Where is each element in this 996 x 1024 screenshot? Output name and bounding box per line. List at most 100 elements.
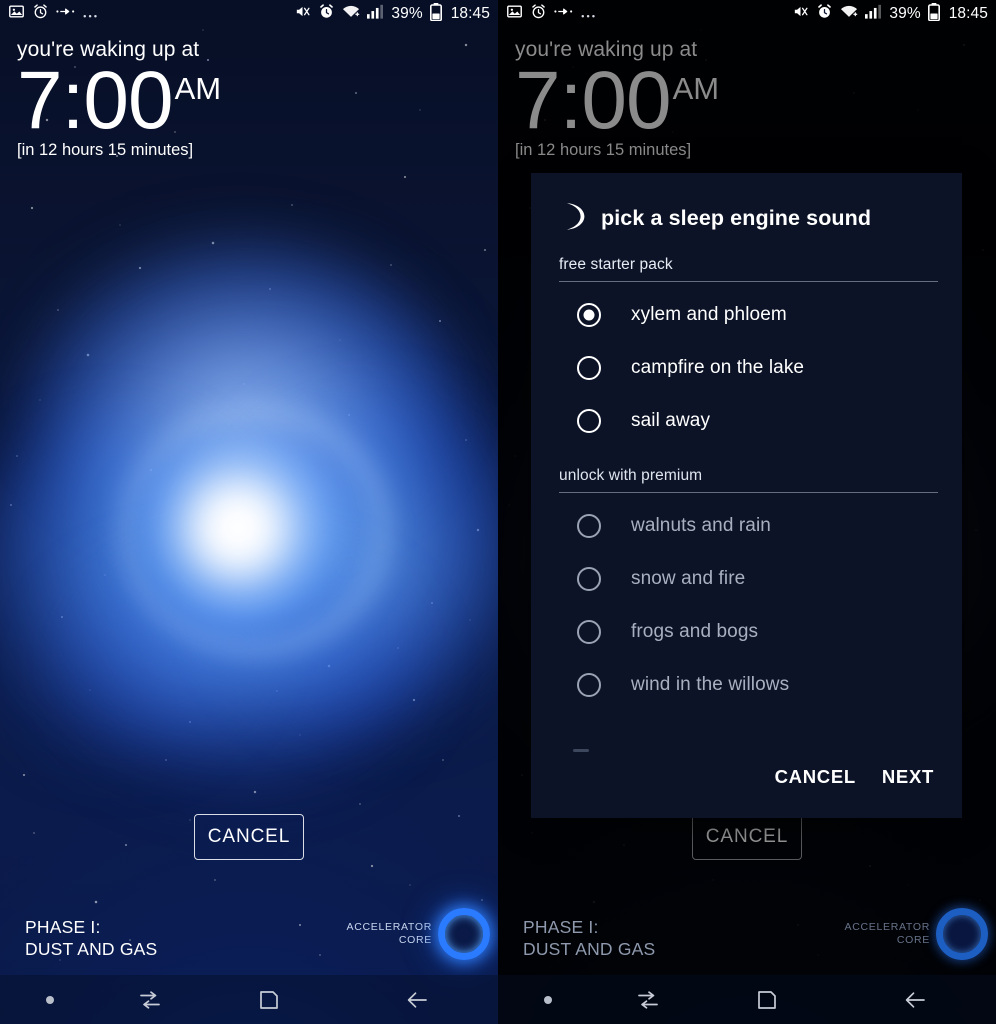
phone-screen-left: 39% 18:45 you're waking up at 7:00 AM [i… bbox=[0, 0, 498, 1024]
mute-vibrate-icon bbox=[294, 3, 311, 25]
status-bar: 39% 18:45 bbox=[0, 0, 498, 28]
alarm-clock-icon bbox=[816, 3, 833, 25]
section-free-starter-pack: free starter pack xylem and phloem campf… bbox=[559, 252, 938, 447]
android-navigation-bar bbox=[0, 975, 498, 1024]
status-dot-icon bbox=[544, 995, 552, 1004]
dialog-header: pick a sleep engine sound bbox=[531, 173, 962, 252]
wakeup-countdown: [in 12 hours 15 minutes] bbox=[17, 141, 194, 159]
nav-back-button[interactable] bbox=[338, 987, 498, 1013]
accelerator-core-ring-icon bbox=[936, 908, 988, 960]
sound-option-row[interactable]: frogs and bogs bbox=[559, 605, 938, 658]
sound-option-row[interactable]: sail away bbox=[559, 394, 938, 447]
screen-cancel-button: CANCEL bbox=[692, 814, 802, 860]
dialog-actions: CANCEL NEXT bbox=[531, 756, 962, 818]
accelerator-core-label: ACCELERATOR CORE bbox=[845, 921, 931, 947]
back-icon bbox=[407, 991, 427, 1008]
wakeup-ampm: AM bbox=[174, 71, 222, 106]
sound-option-row[interactable]: campfire on the lake bbox=[559, 341, 938, 394]
phase-label: PHASE I: DUST AND GAS bbox=[523, 916, 655, 960]
accelerator-line-2: CORE bbox=[896, 934, 930, 946]
alarm-clock-icon bbox=[32, 3, 49, 25]
status-bar-left-icons bbox=[8, 3, 99, 25]
nav-recents-button[interactable] bbox=[100, 987, 200, 1013]
back-icon bbox=[905, 991, 925, 1008]
phase-line-2: DUST AND GAS bbox=[523, 939, 656, 959]
radio-button-icon[interactable] bbox=[577, 408, 601, 433]
dialog-body[interactable]: free starter pack xylem and phloem campf… bbox=[531, 252, 962, 756]
dialog-next-button[interactable]: NEXT bbox=[882, 766, 934, 788]
more-icons-ellipsis bbox=[581, 5, 597, 23]
status-bar-right-icons: 39% 18:45 bbox=[792, 2, 988, 26]
sound-option-label: snow and fire bbox=[631, 567, 746, 589]
wifi-icon bbox=[840, 4, 858, 24]
accelerator-core-ring-icon[interactable] bbox=[438, 908, 490, 960]
sound-option-label: walnuts and rain bbox=[631, 514, 771, 536]
nav-recents-button[interactable] bbox=[598, 987, 698, 1013]
nav-home-button[interactable] bbox=[200, 987, 338, 1013]
radio-button-icon[interactable] bbox=[577, 355, 601, 380]
sound-option-label: sail away bbox=[631, 409, 711, 431]
more-icons-ellipsis bbox=[83, 5, 99, 23]
wakeup-time-row: 7:00 AM bbox=[515, 58, 719, 144]
radio-button-icon[interactable] bbox=[577, 672, 601, 697]
radio-button-icon[interactable] bbox=[577, 566, 601, 591]
screen-cancel-button[interactable]: CANCEL bbox=[194, 814, 304, 860]
sleep-engine-sound-dialog: pick a sleep engine sound free starter p… bbox=[531, 173, 962, 818]
alarm-clock-icon bbox=[530, 3, 547, 25]
sound-option-row[interactable]: wind in the willows bbox=[559, 658, 938, 711]
sound-option-row[interactable]: snow and fire bbox=[559, 552, 938, 605]
dialog-title: pick a sleep engine sound bbox=[601, 206, 872, 230]
home-icon bbox=[260, 990, 278, 1009]
sound-option-label: campfire on the lake bbox=[631, 356, 805, 378]
battery-percent-label: 39% bbox=[391, 5, 423, 22]
battery-icon bbox=[927, 2, 940, 26]
section-unlock-with-premium: unlock with premium walnuts and rain sno… bbox=[559, 463, 938, 711]
recents-icon bbox=[140, 990, 160, 1009]
image-icon bbox=[506, 3, 523, 25]
nav-home-button[interactable] bbox=[698, 987, 836, 1013]
wakeup-time-row[interactable]: 7:00 AM bbox=[17, 58, 221, 144]
list-scroll-indicator bbox=[573, 749, 589, 752]
sound-option-label: wind in the willows bbox=[631, 673, 790, 695]
data-transfer-icon bbox=[56, 5, 76, 23]
status-bar-left-icons bbox=[506, 3, 597, 25]
status-bar-right-icons: 39% 18:45 bbox=[294, 2, 490, 26]
android-navigation-bar bbox=[498, 975, 996, 1024]
phase-line-1: PHASE I: bbox=[523, 917, 599, 937]
accelerator-line-1: ACCELERATOR bbox=[844, 921, 930, 933]
accelerator-line-2: CORE bbox=[398, 934, 432, 946]
crescent-moon-icon bbox=[561, 201, 587, 236]
nebula-graphic bbox=[0, 230, 498, 790]
wakeup-header: you're waking up at 7:00 AM [in 12 hours… bbox=[515, 38, 719, 160]
sound-option-label: xylem and phloem bbox=[631, 303, 787, 325]
nav-back-button[interactable] bbox=[836, 987, 996, 1013]
wakeup-countdown: [in 12 hours 15 minutes] bbox=[515, 141, 692, 159]
phase-line-2: DUST AND GAS bbox=[25, 939, 158, 959]
accelerator-core-widget[interactable]: ACCELERATOR CORE bbox=[347, 908, 490, 960]
radio-button-icon[interactable] bbox=[577, 619, 601, 644]
sound-option-label: frogs and bogs bbox=[631, 620, 759, 642]
nav-status-dot bbox=[498, 995, 598, 1004]
section-label: unlock with premium bbox=[559, 467, 703, 484]
battery-icon bbox=[429, 2, 442, 26]
battery-percent-label: 39% bbox=[889, 5, 921, 22]
dialog-cancel-button[interactable]: CANCEL bbox=[775, 766, 856, 788]
accelerator-core-label: ACCELERATOR CORE bbox=[347, 921, 433, 947]
accelerator-line-1: ACCELERATOR bbox=[346, 921, 432, 933]
phase-label: PHASE I: DUST AND GAS bbox=[25, 916, 157, 960]
radio-button-icon[interactable] bbox=[577, 302, 601, 327]
dual-screenshot-comparison: 39% 18:45 you're waking up at 7:00 AM [i… bbox=[0, 0, 996, 1024]
data-transfer-icon bbox=[554, 5, 574, 23]
sound-option-row[interactable]: walnuts and rain bbox=[559, 499, 938, 552]
sound-option-row[interactable]: xylem and phloem bbox=[559, 288, 938, 341]
wakeup-header: you're waking up at 7:00 AM [in 12 hours… bbox=[17, 38, 221, 160]
section-divider bbox=[559, 492, 938, 493]
status-bar-clock: 18:45 bbox=[450, 5, 490, 22]
radio-button-icon[interactable] bbox=[577, 513, 601, 538]
recents-icon bbox=[638, 990, 658, 1009]
status-dot-icon bbox=[46, 995, 54, 1004]
wakeup-time[interactable]: 7:00 bbox=[17, 58, 174, 144]
phase-line-1: PHASE I: bbox=[25, 917, 101, 937]
signal-bars-icon bbox=[865, 4, 882, 24]
home-icon bbox=[758, 990, 776, 1009]
